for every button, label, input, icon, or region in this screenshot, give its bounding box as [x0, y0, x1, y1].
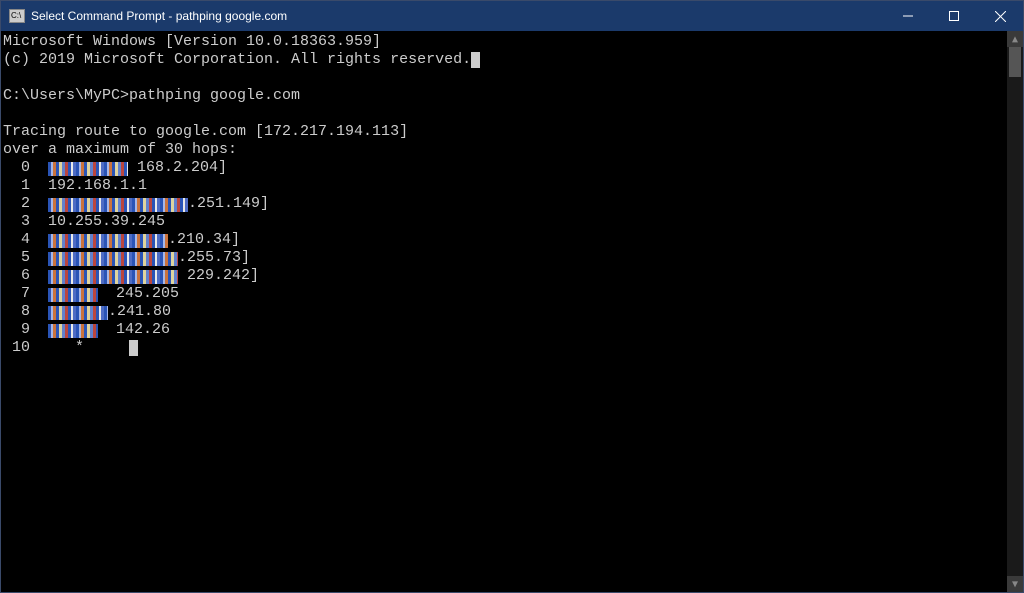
- hop-address-tail: 142.26: [98, 321, 170, 338]
- hop-address-tail: *: [48, 339, 129, 356]
- hop-number: 1: [3, 177, 48, 194]
- censored-hostname: [48, 288, 98, 302]
- hop-row: 9 142.26: [3, 321, 1007, 339]
- hop-row: 10 *: [3, 339, 1007, 357]
- hop-row: 4 .210.34]: [3, 231, 1007, 249]
- titlebar[interactable]: C:\ Select Command Prompt - pathping goo…: [1, 1, 1023, 31]
- hop-number: 9: [3, 321, 48, 338]
- minimize-button[interactable]: [885, 1, 931, 31]
- close-button[interactable]: [977, 1, 1023, 31]
- prompt-text: C:\Users\MyPC>: [3, 87, 129, 104]
- hop-address-tail: 192.168.1.1: [48, 177, 147, 194]
- cmd-icon: C:\: [9, 9, 25, 23]
- version-line: Microsoft Windows [Version 10.0.18363.95…: [3, 33, 381, 50]
- scroll-up-arrow[interactable]: ▲: [1007, 31, 1023, 47]
- command-text: pathping google.com: [129, 87, 300, 104]
- hop-row: 6 229.242]: [3, 267, 1007, 285]
- censored-hostname: [48, 162, 128, 176]
- hop-number: 0: [3, 159, 48, 176]
- censored-hostname: [48, 234, 168, 248]
- terminal-area: Microsoft Windows [Version 10.0.18363.95…: [1, 31, 1023, 592]
- hop-number: 10: [3, 339, 48, 356]
- hop-row: 0 168.2.204]: [3, 159, 1007, 177]
- scroll-down-arrow[interactable]: ▼: [1007, 576, 1023, 592]
- hop-row: 8 .241.80: [3, 303, 1007, 321]
- hop-number: 7: [3, 285, 48, 302]
- terminal-output[interactable]: Microsoft Windows [Version 10.0.18363.95…: [1, 31, 1007, 592]
- hop-address-tail: .255.73]: [178, 249, 250, 266]
- hop-address-tail: .210.34]: [168, 231, 240, 248]
- selection-cursor: [471, 52, 480, 68]
- copyright-line: (c) 2019 Microsoft Corporation. All righ…: [3, 51, 471, 68]
- censored-hostname: [48, 324, 98, 338]
- hop-address-tail: 168.2.204]: [128, 159, 227, 176]
- scroll-thumb[interactable]: [1009, 47, 1021, 77]
- vertical-scrollbar[interactable]: ▲ ▼: [1007, 31, 1023, 592]
- hop-address-tail: .251.149]: [188, 195, 269, 212]
- trace-line-1: Tracing route to google.com [172.217.194…: [3, 123, 408, 140]
- hop-number: 2: [3, 195, 48, 212]
- window-title: Select Command Prompt - pathping google.…: [31, 9, 287, 23]
- hop-row: 2 .251.149]: [3, 195, 1007, 213]
- hop-address-tail: 10.255.39.245: [48, 213, 165, 230]
- hop-list: 0 168.2.204] 1 192.168.1.1 2 .251.149] 3…: [3, 159, 1007, 357]
- hop-number: 4: [3, 231, 48, 248]
- hop-address-tail: 229.242]: [178, 267, 259, 284]
- maximize-icon: [949, 11, 959, 21]
- hop-address-tail: .241.80: [108, 303, 171, 320]
- hop-number: 6: [3, 267, 48, 284]
- minimize-icon: [903, 11, 913, 21]
- hop-row: 1 192.168.1.1: [3, 177, 1007, 195]
- close-icon: [995, 11, 1006, 22]
- command-prompt-window: C:\ Select Command Prompt - pathping goo…: [0, 0, 1024, 593]
- censored-hostname: [48, 198, 188, 212]
- hop-address-tail: 245.205: [98, 285, 179, 302]
- hop-number: 8: [3, 303, 48, 320]
- censored-hostname: [48, 252, 178, 266]
- hop-number: 3: [3, 213, 48, 230]
- input-cursor: [129, 340, 138, 356]
- censored-hostname: [48, 306, 108, 320]
- trace-line-2: over a maximum of 30 hops:: [3, 141, 237, 158]
- hop-row: 7 245.205: [3, 285, 1007, 303]
- maximize-button[interactable]: [931, 1, 977, 31]
- hop-row: 5 .255.73]: [3, 249, 1007, 267]
- scroll-track[interactable]: [1007, 47, 1023, 576]
- hop-row: 3 10.255.39.245: [3, 213, 1007, 231]
- hop-number: 5: [3, 249, 48, 266]
- censored-hostname: [48, 270, 178, 284]
